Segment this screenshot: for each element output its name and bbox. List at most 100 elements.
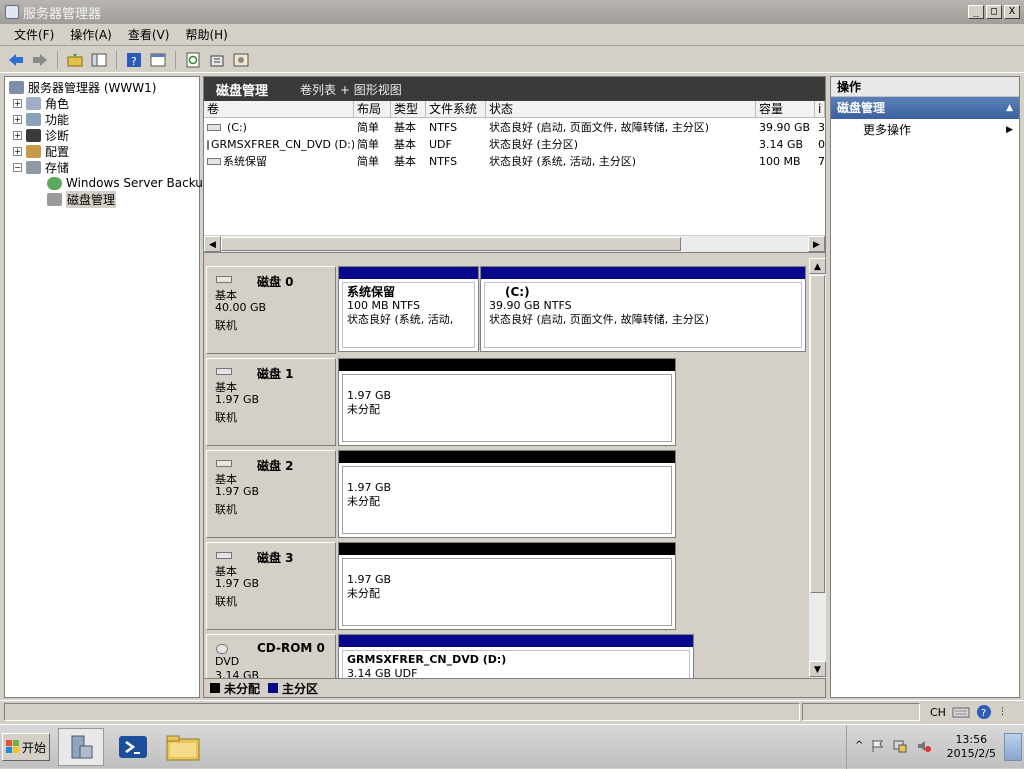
- close-button[interactable]: X: [1004, 5, 1020, 19]
- menu-help[interactable]: 帮助(H): [177, 25, 235, 45]
- disk-management-pane: 磁盘管理 卷列表 + 图形视图 卷 布局 类型 文件系统 状态 容量 i (C:…: [203, 76, 826, 698]
- taskbar-powershell[interactable]: [110, 728, 156, 766]
- tree-item-configuration[interactable]: + 配置: [13, 143, 69, 159]
- column-volume[interactable]: 卷: [204, 101, 354, 117]
- minimize-button[interactable]: _: [968, 5, 984, 19]
- tree-root[interactable]: 服务器管理器 (WWW1): [9, 79, 156, 95]
- show-hide-tree-icon[interactable]: [89, 50, 109, 70]
- settings-icon[interactable]: [231, 50, 251, 70]
- volume-icon: [207, 124, 221, 131]
- tree-item-diagnostics[interactable]: + 诊断: [13, 127, 69, 143]
- chevron-right-icon: ▶: [1006, 125, 1013, 135]
- up-folder-icon[interactable]: [65, 50, 85, 70]
- flag-icon[interactable]: [871, 739, 885, 753]
- expand-icon[interactable]: +: [13, 114, 22, 124]
- forward-icon[interactable]: [30, 50, 50, 70]
- disk-icon: [216, 276, 232, 283]
- keyboard-icon[interactable]: [952, 705, 970, 719]
- toolbar: ?: [0, 47, 1024, 73]
- partition-c-drive[interactable]: (C:) 39.90 GB NTFS 状态良好 (启动, 页面文件, 故障转储,…: [480, 266, 806, 352]
- partition-disk2-unallocated[interactable]: 1.97 GB 未分配: [338, 450, 676, 538]
- roles-icon: [26, 96, 41, 110]
- disk-0-info[interactable]: 磁盘 0 基本 40.00 GB 联机: [206, 266, 336, 354]
- scroll-thumb[interactable]: [221, 237, 681, 251]
- partition-system-reserved[interactable]: 系统保留 100 MB NTFS 状态良好 (系统, 活动,: [338, 266, 479, 352]
- language-indicator[interactable]: CH: [930, 706, 946, 719]
- tree-item-roles[interactable]: + 角色: [13, 95, 69, 111]
- collapse-icon[interactable]: −: [13, 162, 22, 172]
- horizontal-scrollbar[interactable]: ◀ ▶: [204, 235, 825, 252]
- scroll-down-icon[interactable]: ▼: [809, 661, 826, 677]
- title-bar: 服务器管理器 _ □ X: [0, 0, 1024, 24]
- server-manager-window: 服务器管理器 _ □ X 文件(F) 操作(A) 查看(V) 帮助(H) ? 服…: [0, 0, 1024, 724]
- export-list-icon[interactable]: [207, 50, 227, 70]
- storage-icon: [26, 160, 41, 174]
- vertical-scrollbar[interactable]: ▲ ▼: [809, 258, 826, 678]
- configuration-icon: [26, 144, 41, 158]
- scroll-right-icon[interactable]: ▶: [808, 236, 825, 252]
- dvd-drive-icon: [216, 644, 228, 654]
- status-panel: [802, 703, 920, 721]
- window-title: 服务器管理器: [23, 6, 102, 22]
- help-circle-icon[interactable]: ?: [976, 704, 992, 720]
- menu-file[interactable]: 文件(F): [6, 25, 62, 45]
- folder-icon: [166, 735, 200, 761]
- help-icon[interactable]: ?: [124, 50, 144, 70]
- disk-2-info[interactable]: 磁盘 2 基本 1.97 GB 联机: [206, 450, 336, 538]
- partition-dvd[interactable]: GRMSXFRER_CN_DVD (D:) 3.14 GB UDF: [338, 634, 694, 678]
- expand-icon[interactable]: +: [13, 130, 22, 140]
- navigation-tree: 服务器管理器 (WWW1) + 角色 + 功能 + 诊断 + 配置 − 存储 Window…: [4, 76, 211, 698]
- partition-disk1-unallocated[interactable]: 1.97 GB 未分配: [338, 358, 676, 446]
- table-row[interactable]: 系统保留 简单 基本 NTFS 状态良好 (系统, 活动, 主分区) 100 M…: [204, 153, 825, 170]
- server-icon: [9, 80, 24, 94]
- powershell-icon: [119, 736, 147, 758]
- volume-muted-icon[interactable]: [917, 739, 931, 753]
- disk-management-icon: [47, 192, 62, 206]
- taskbar-server-manager[interactable]: [58, 728, 104, 766]
- network-icon[interactable]: [893, 739, 907, 753]
- clock[interactable]: 13:56 2015/2/5: [947, 733, 996, 761]
- start-button[interactable]: 开始: [2, 733, 50, 761]
- options-chevron-icon[interactable]: ⋮: [998, 707, 1007, 717]
- svg-text:?: ?: [131, 55, 137, 68]
- collapse-up-icon[interactable]: ▲: [1006, 97, 1013, 119]
- scroll-thumb[interactable]: [810, 275, 825, 593]
- volume-list: 卷 布局 类型 文件系统 状态 容量 i (C:) 简单 基本 NTFS 状态良…: [204, 101, 825, 253]
- show-hidden-icons-icon[interactable]: ^: [855, 740, 863, 751]
- column-type[interactable]: 类型: [391, 101, 426, 117]
- back-icon[interactable]: [6, 50, 26, 70]
- tree-item-storage[interactable]: − 存储: [13, 159, 69, 175]
- table-row[interactable]: GRMSXFRER_CN_DVD (D:) 简单 基本 UDF 状态良好 (主分…: [204, 136, 825, 153]
- diagnostics-icon: [26, 128, 41, 142]
- expand-icon[interactable]: +: [13, 146, 22, 156]
- tree-item-features[interactable]: + 功能: [13, 111, 69, 127]
- column-filesystem[interactable]: 文件系统: [426, 101, 486, 117]
- scroll-left-icon[interactable]: ◀: [204, 236, 221, 252]
- volume-list-header: 卷 布局 类型 文件系统 状态 容量 i: [204, 101, 825, 118]
- tree-item-disk-management[interactable]: 磁盘管理: [47, 190, 117, 208]
- disk-3-info[interactable]: 磁盘 3 基本 1.97 GB 联机: [206, 542, 336, 630]
- table-row[interactable]: (C:) 简单 基本 NTFS 状态良好 (启动, 页面文件, 故障转储, 主分…: [204, 119, 825, 136]
- partition-disk3-unallocated[interactable]: 1.97 GB 未分配: [338, 542, 676, 630]
- show-desktop-button[interactable]: [1004, 733, 1022, 761]
- disk-icon: [216, 368, 232, 375]
- taskbar-explorer[interactable]: [160, 728, 206, 766]
- more-actions-item[interactable]: 更多操作 ▶: [831, 119, 1019, 141]
- scroll-up-icon[interactable]: ▲: [809, 258, 826, 274]
- column-status[interactable]: 状态: [486, 101, 756, 117]
- column-more[interactable]: i: [815, 101, 825, 117]
- disk-icon: [216, 552, 232, 559]
- refresh-icon[interactable]: [183, 50, 203, 70]
- actions-section-disk-management[interactable]: 磁盘管理 ▲: [831, 97, 1019, 119]
- actions-pane: 操作 磁盘管理 ▲ 更多操作 ▶: [830, 76, 1020, 698]
- menu-action[interactable]: 操作(A): [62, 25, 120, 45]
- disk-1-info[interactable]: 磁盘 1 基本 1.97 GB 联机: [206, 358, 336, 446]
- menu-view[interactable]: 查看(V): [120, 25, 178, 45]
- expand-icon[interactable]: +: [13, 98, 22, 108]
- tree-item-windows-server-backup[interactable]: Windows Server Backup: [47, 175, 211, 191]
- column-capacity[interactable]: 容量: [756, 101, 815, 117]
- cdrom-0-info[interactable]: CD-ROM 0 DVD 3.14 GB: [206, 634, 336, 678]
- column-layout[interactable]: 布局: [354, 101, 391, 117]
- properties-icon[interactable]: [148, 50, 168, 70]
- maximize-button[interactable]: □: [986, 5, 1002, 19]
